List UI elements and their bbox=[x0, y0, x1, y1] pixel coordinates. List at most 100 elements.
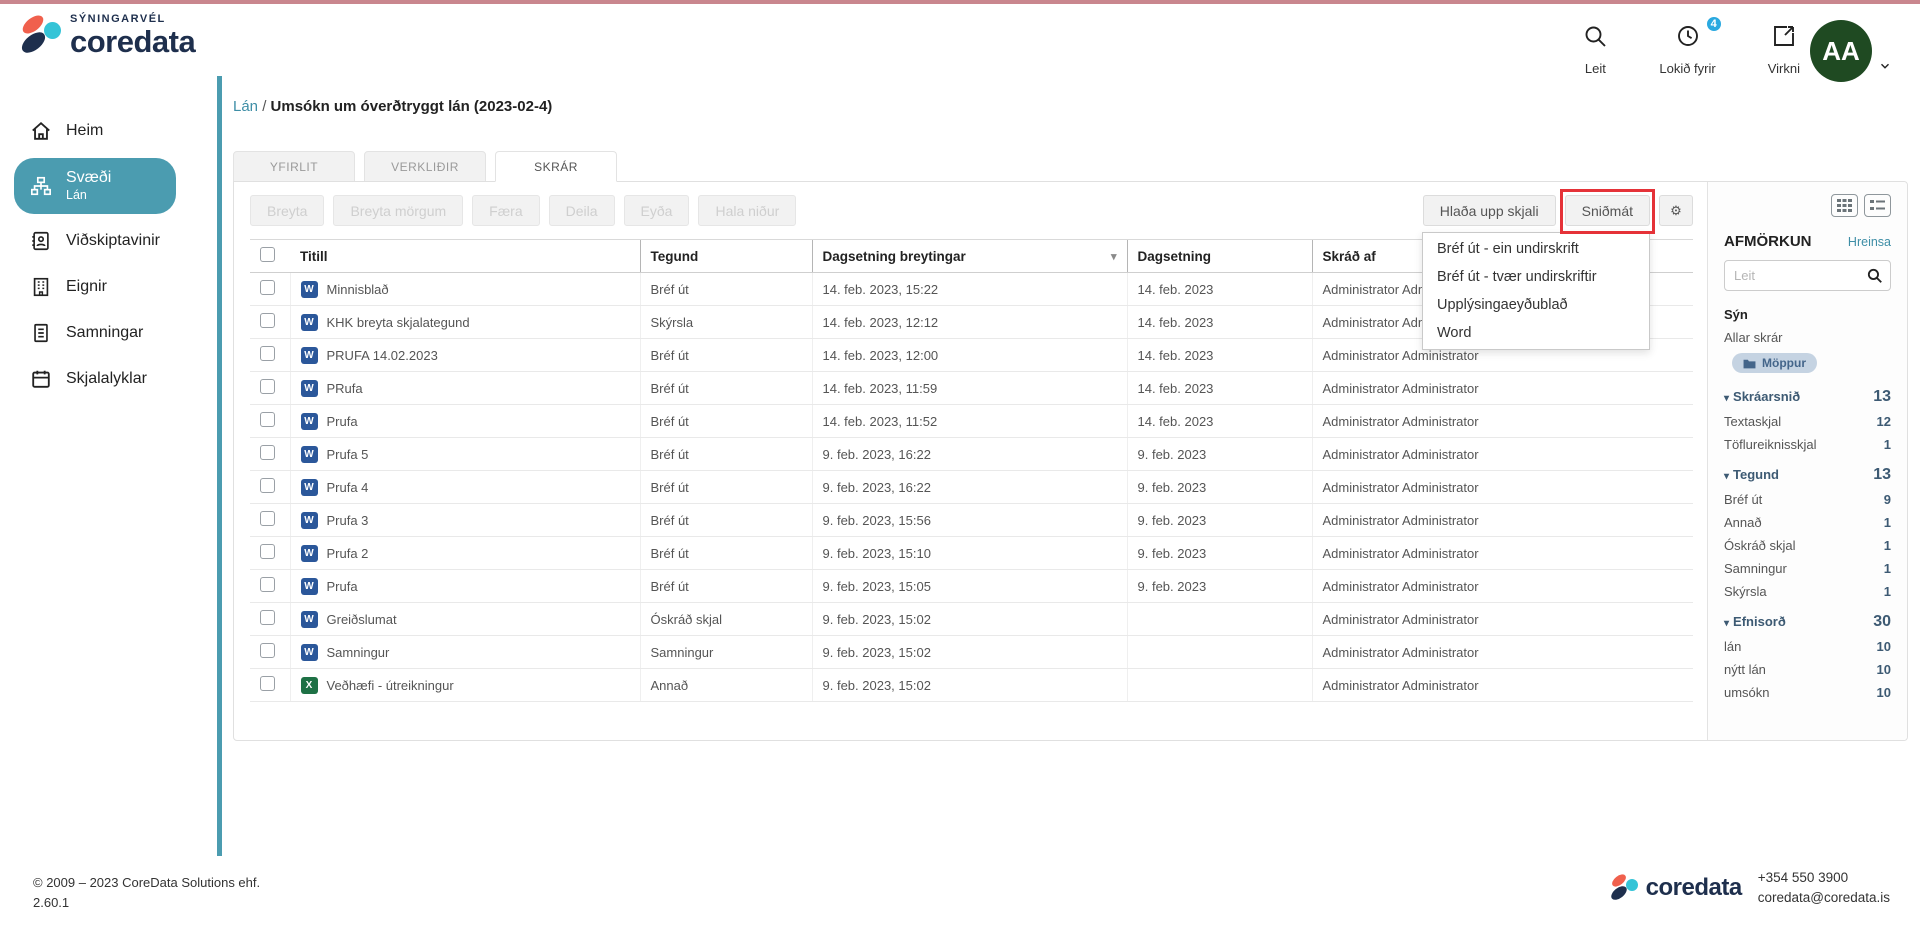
header-action-leit[interactable]: Leit bbox=[1583, 24, 1607, 76]
table-row[interactable]: WPRufaBréf út14. feb. 2023, 11:5914. feb… bbox=[250, 372, 1693, 405]
table-row[interactable]: WPrufa 3Bréf út9. feb. 2023, 15:569. feb… bbox=[250, 504, 1693, 537]
breadcrumb-separator: / bbox=[258, 98, 271, 115]
file-type: Annað bbox=[640, 669, 812, 702]
logo-product-name: SÝNINGARVÉL bbox=[70, 14, 195, 25]
chevron-down-icon[interactable] bbox=[1878, 59, 1892, 78]
word-file-icon: W bbox=[301, 512, 318, 529]
sidebar-item-viðskiptavinir[interactable]: Viðskiptavinir bbox=[0, 218, 216, 264]
row-checkbox[interactable] bbox=[260, 577, 275, 592]
row-checkbox[interactable] bbox=[260, 346, 275, 361]
sidebar: HeimSvæðiLánViðskiptavinirEignirSamninga… bbox=[0, 108, 216, 402]
header-action-lokið-fyrir[interactable]: 4Lokið fyrir bbox=[1659, 24, 1715, 76]
row-checkbox[interactable] bbox=[260, 445, 275, 460]
sidebar-item-heim[interactable]: Heim bbox=[0, 108, 216, 154]
row-checkbox[interactable] bbox=[260, 313, 275, 328]
upload-document-button[interactable]: Hlaða upp skjali bbox=[1423, 195, 1556, 226]
row-checkbox[interactable] bbox=[260, 379, 275, 394]
menu-item[interactable]: Upplýsingaeyðublað bbox=[1423, 291, 1649, 319]
file-type: Bréf út bbox=[640, 570, 812, 603]
sidebar-item-skjalalyklar[interactable]: Skjalalyklar bbox=[0, 356, 216, 402]
table-row[interactable]: WPrufaBréf út14. feb. 2023, 11:5214. feb… bbox=[250, 405, 1693, 438]
sidebar-item-eignir[interactable]: Eignir bbox=[0, 264, 216, 310]
word-file-icon: W bbox=[301, 644, 318, 661]
grid-view-icon[interactable] bbox=[1831, 194, 1858, 217]
select-all-checkbox[interactable] bbox=[260, 247, 275, 262]
filter-section-tegund[interactable]: ▾Tegund13 bbox=[1724, 466, 1891, 484]
menu-item[interactable]: Bréf út - ein undirskrift bbox=[1423, 235, 1649, 263]
toolbar-button-færa[interactable]: Færa bbox=[472, 195, 539, 226]
toolbar-button-breyta[interactable]: Breyta bbox=[250, 195, 324, 226]
gear-icon[interactable]: ⚙ bbox=[1659, 195, 1693, 226]
avatar[interactable]: AA bbox=[1810, 20, 1872, 82]
collapse-icon: ▾ bbox=[1724, 618, 1729, 629]
column-header-date[interactable]: Dagsetning bbox=[1127, 240, 1312, 273]
menu-item[interactable]: Bréf út - tvær undirskriftir bbox=[1423, 263, 1649, 291]
search-icon bbox=[1583, 24, 1607, 53]
file-date: 9. feb. 2023 bbox=[1127, 537, 1312, 570]
row-checkbox[interactable] bbox=[260, 643, 275, 658]
toolbar-button-hala-niður[interactable]: Hala niður bbox=[698, 195, 796, 226]
column-header-title[interactable]: Titill bbox=[290, 240, 640, 273]
toolbar-button-breyta-mörgum[interactable]: Breyta mörgum bbox=[333, 195, 463, 226]
template-button[interactable]: Sniðmát bbox=[1565, 195, 1650, 226]
filter-item-óskráð-skjal[interactable]: Óskráð skjal1 bbox=[1724, 538, 1891, 553]
tab-verkliðir[interactable]: VERKLIÐIR bbox=[364, 151, 486, 182]
filter-item-töflureiknisskjal[interactable]: Töflureiknisskjal1 bbox=[1724, 437, 1891, 452]
tab-yfirlit[interactable]: YFIRLIT bbox=[233, 151, 355, 182]
row-checkbox[interactable] bbox=[260, 676, 275, 691]
word-file-icon: W bbox=[301, 446, 318, 463]
breadcrumb-parent-link[interactable]: Lán bbox=[233, 98, 258, 115]
user-menu[interactable]: AA bbox=[1810, 20, 1892, 82]
row-checkbox[interactable] bbox=[260, 610, 275, 625]
row-checkbox[interactable] bbox=[260, 478, 275, 493]
file-title: Minnisblað bbox=[327, 282, 389, 297]
app-logo[interactable]: SÝNINGARVÉL coredata bbox=[20, 12, 195, 58]
row-checkbox[interactable] bbox=[260, 412, 275, 427]
filter-item-lán[interactable]: lán10 bbox=[1724, 639, 1891, 654]
table-row[interactable]: XVeðhæfi - útreikningurAnnað9. feb. 2023… bbox=[250, 669, 1693, 702]
word-file-icon: W bbox=[301, 314, 318, 331]
table-row[interactable]: WPrufa 2Bréf út9. feb. 2023, 15:109. feb… bbox=[250, 537, 1693, 570]
file-type: Bréf út bbox=[640, 471, 812, 504]
header-action-virkni[interactable]: Virkni bbox=[1768, 24, 1800, 76]
table-row[interactable]: WPrufaBréf út9. feb. 2023, 15:059. feb. … bbox=[250, 570, 1693, 603]
list-view-icon[interactable] bbox=[1864, 194, 1891, 217]
file-author: Administrator Administrator bbox=[1312, 372, 1693, 405]
file-modified: 9. feb. 2023, 16:22 bbox=[812, 471, 1127, 504]
menu-item[interactable]: Word bbox=[1423, 319, 1649, 347]
tab-skrár[interactable]: SKRÁR bbox=[495, 151, 617, 182]
sidebar-item-svæði[interactable]: SvæðiLán bbox=[14, 158, 176, 214]
logo-brand-name: coredata bbox=[70, 26, 195, 57]
column-header-type[interactable]: Tegund bbox=[640, 240, 812, 273]
filter-item-nýtt-lán[interactable]: nýtt lán10 bbox=[1724, 662, 1891, 677]
filter-item-annað[interactable]: Annað1 bbox=[1724, 515, 1891, 530]
filter-item-skýrsla[interactable]: Skýrsla1 bbox=[1724, 584, 1891, 599]
breadcrumb: Lán / Umsókn um óverðtryggt lán (2023-02… bbox=[233, 98, 1908, 115]
filter-item-samningur[interactable]: Samningur1 bbox=[1724, 561, 1891, 576]
sidebar-item-samningar[interactable]: Samningar bbox=[0, 310, 216, 356]
table-row[interactable]: WPrufa 5Bréf út9. feb. 2023, 16:229. feb… bbox=[250, 438, 1693, 471]
filter-section-efnisorð[interactable]: ▾Efnisorð30 bbox=[1724, 613, 1891, 631]
filter-item-umsókn[interactable]: umsókn10 bbox=[1724, 685, 1891, 700]
toolbar-button-deila[interactable]: Deila bbox=[549, 195, 615, 226]
filter-item-bréf-út[interactable]: Bréf út9 bbox=[1724, 492, 1891, 507]
row-checkbox[interactable] bbox=[260, 544, 275, 559]
file-author: Administrator Administrator bbox=[1312, 669, 1693, 702]
file-author: Administrator Administrator bbox=[1312, 504, 1693, 537]
row-checkbox[interactable] bbox=[260, 280, 275, 295]
table-row[interactable]: WSamningurSamningur9. feb. 2023, 15:02Ad… bbox=[250, 636, 1693, 669]
filter-item-textaskjal[interactable]: Textaskjal12 bbox=[1724, 414, 1891, 429]
toolbar-button-eyða[interactable]: Eyða bbox=[624, 195, 690, 226]
sidebar-divider bbox=[217, 76, 222, 856]
clear-filters-link[interactable]: Hreinsa bbox=[1848, 235, 1891, 249]
row-checkbox[interactable] bbox=[260, 511, 275, 526]
folders-chip[interactable]: Möppur bbox=[1732, 353, 1817, 373]
filter-all-files[interactable]: Allar skrár bbox=[1724, 330, 1891, 345]
filter-section-skráarsnið[interactable]: ▾Skráarsnið13 bbox=[1724, 388, 1891, 406]
table-row[interactable]: WPrufa 4Bréf út9. feb. 2023, 16:229. feb… bbox=[250, 471, 1693, 504]
file-modified: 9. feb. 2023, 16:22 bbox=[812, 438, 1127, 471]
file-type: Bréf út bbox=[640, 405, 812, 438]
column-header-modified[interactable]: Dagsetning breytingar▾ bbox=[812, 240, 1127, 273]
sort-desc-icon[interactable]: ▾ bbox=[1111, 250, 1117, 263]
table-row[interactable]: WGreiðslumatÓskráð skjal9. feb. 2023, 15… bbox=[250, 603, 1693, 636]
